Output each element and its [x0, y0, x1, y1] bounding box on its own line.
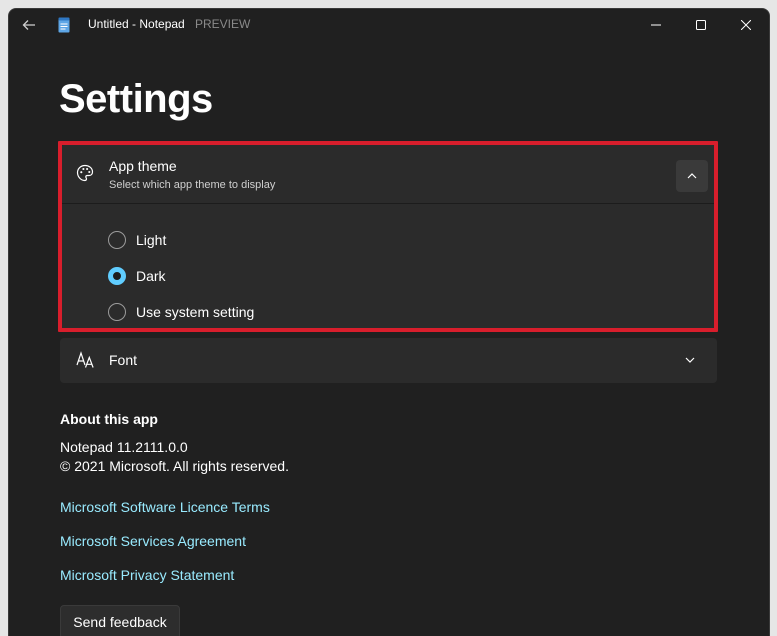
- app-version: Notepad 11.2111.0.0: [60, 439, 188, 455]
- notepad-icon: [58, 17, 70, 33]
- app-theme-card: App theme Select which app theme to disp…: [60, 145, 717, 332]
- collapse-button[interactable]: [676, 160, 708, 192]
- app-theme-header[interactable]: App theme Select which app theme to disp…: [60, 145, 717, 203]
- minimize-icon: [651, 24, 661, 26]
- radio-label: Dark: [136, 268, 166, 284]
- privacy-statement-link[interactable]: Microsoft Privacy Statement: [60, 567, 234, 583]
- radio-label: Use system setting: [136, 304, 255, 320]
- radio-option-dark[interactable]: Dark: [108, 264, 166, 288]
- radio-system[interactable]: [108, 303, 126, 321]
- app-theme-subtitle: Select which app theme to display: [109, 179, 276, 191]
- window-title: Untitled - Notepad: [88, 17, 185, 31]
- notepad-window: Untitled - Notepad PREVIEW Settings App …: [8, 8, 770, 636]
- maximize-icon: [696, 20, 706, 30]
- font-title: Font: [109, 352, 138, 368]
- license-terms-link[interactable]: Microsoft Software Licence Terms: [60, 499, 270, 515]
- minimize-button[interactable]: [633, 9, 679, 41]
- font-icon: [76, 351, 94, 368]
- radio-option-system[interactable]: Use system setting: [108, 300, 254, 324]
- copyright-text: © 2021 Microsoft. All rights reserved.: [60, 458, 289, 474]
- services-agreement-link[interactable]: Microsoft Services Agreement: [60, 533, 246, 549]
- palette-icon: [76, 164, 94, 182]
- app-theme-title: App theme: [109, 158, 177, 174]
- back-arrow-icon: [22, 20, 35, 30]
- about-heading: About this app: [60, 411, 158, 427]
- chevron-up-icon: [687, 173, 697, 179]
- close-icon: [741, 20, 751, 30]
- expand-button[interactable]: [682, 352, 698, 368]
- preview-badge: PREVIEW: [195, 17, 251, 31]
- close-button[interactable]: [723, 9, 769, 41]
- radio-light[interactable]: [108, 231, 126, 249]
- font-card[interactable]: Font: [60, 338, 717, 383]
- card-divider: [60, 203, 717, 204]
- title-bar: Untitled - Notepad PREVIEW: [9, 9, 769, 41]
- radio-label: Light: [136, 232, 167, 248]
- radio-dark[interactable]: [108, 267, 126, 285]
- chevron-down-icon: [685, 357, 695, 363]
- maximize-button[interactable]: [678, 9, 724, 41]
- radio-option-light[interactable]: Light: [108, 228, 166, 252]
- back-button[interactable]: [17, 13, 41, 37]
- page-title: Settings: [59, 77, 213, 121]
- send-feedback-button[interactable]: Send feedback: [60, 605, 180, 636]
